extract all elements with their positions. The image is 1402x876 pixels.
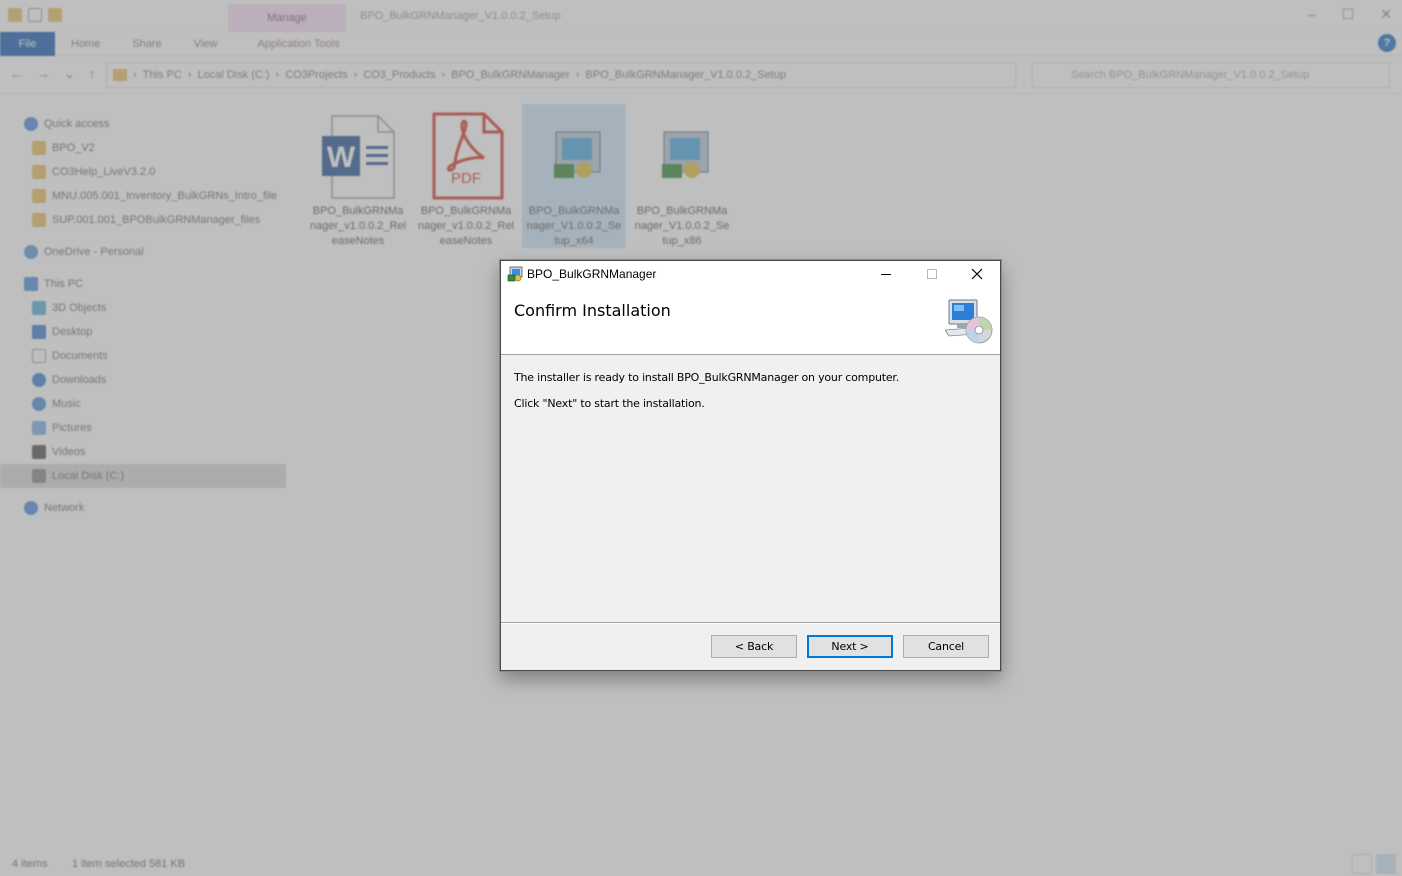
instruction-message: Click "Next" to start the installation. bbox=[514, 397, 705, 410]
ready-message: The installer is ready to install BPO_Bu… bbox=[514, 371, 900, 384]
footer-divider bbox=[501, 622, 1000, 624]
dialog-title: BPO_BulkGRNManager bbox=[527, 267, 657, 281]
cancel-button[interactable]: Cancel bbox=[903, 635, 989, 658]
dialog-banner: Confirm Installation bbox=[501, 287, 1000, 355]
minimize-button[interactable] bbox=[863, 261, 909, 287]
maximize-icon bbox=[927, 269, 937, 279]
computer-cd-icon bbox=[944, 298, 993, 344]
next-button[interactable]: Next > bbox=[807, 635, 893, 658]
installer-dialog: BPO_BulkGRNManager Confirm Installation bbox=[500, 260, 1001, 671]
maximize-button bbox=[909, 261, 955, 287]
close-icon bbox=[971, 268, 983, 280]
minimize-icon bbox=[881, 273, 891, 275]
installer-app-icon bbox=[507, 266, 523, 282]
dialog-titlebar[interactable]: BPO_BulkGRNManager bbox=[501, 261, 1000, 287]
back-button[interactable]: < Back bbox=[711, 635, 797, 658]
page-title: Confirm Installation bbox=[514, 301, 671, 320]
close-button[interactable] bbox=[954, 261, 1000, 287]
dialog-body: The installer is ready to install BPO_Bu… bbox=[501, 356, 1000, 622]
